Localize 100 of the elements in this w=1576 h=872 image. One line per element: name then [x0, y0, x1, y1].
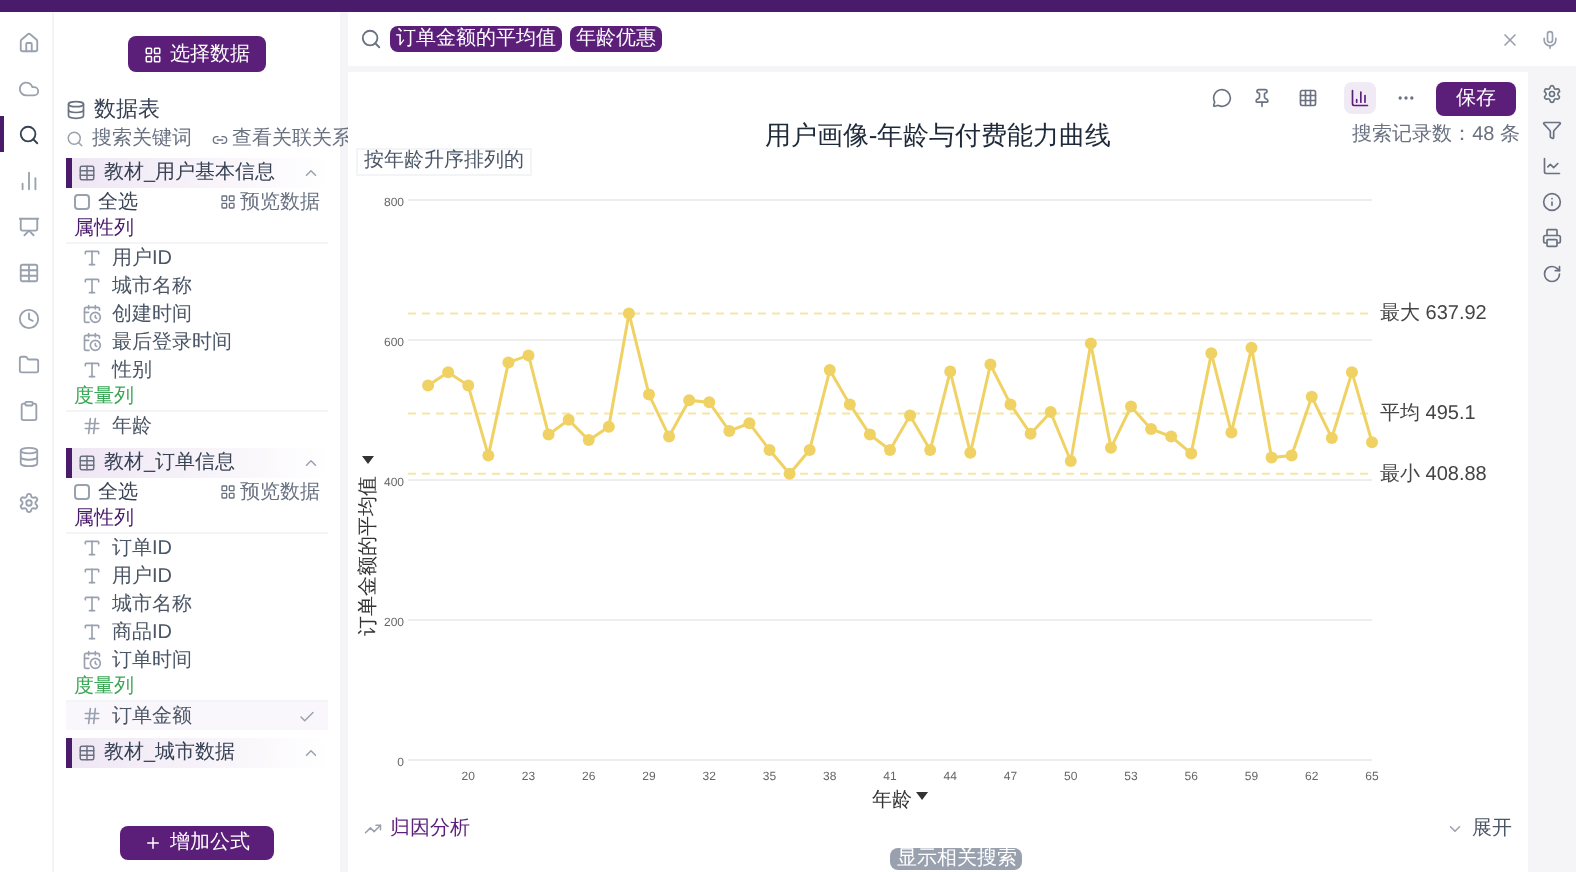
line-chart-icon[interactable]: [1542, 156, 1562, 176]
data-point: [1185, 447, 1198, 460]
refresh-icon[interactable]: [1542, 264, 1562, 284]
column-name: 订单ID: [112, 535, 172, 563]
filter-icon[interactable]: [1542, 120, 1562, 140]
time-type-icon: [82, 304, 102, 324]
text-type-icon: [82, 538, 102, 558]
dropdown-triangle-icon[interactable]: [916, 792, 929, 800]
column-item[interactable]: 订单ID: [66, 534, 328, 562]
search-field[interactable]: 搜索关键词: [66, 124, 212, 154]
data-point: [944, 365, 957, 378]
reference-label: 最小 408.88: [1380, 463, 1487, 486]
reference-label: 最大 637.92: [1380, 303, 1487, 326]
column-item[interactable]: 年龄: [66, 412, 328, 440]
section-label: 度量列: [74, 383, 134, 412]
column-name: 商品ID: [112, 619, 172, 647]
column-item[interactable]: 最后登录时间: [66, 328, 328, 356]
preview-link[interactable]: 预览数据: [220, 477, 320, 507]
checkbox[interactable]: [74, 484, 90, 500]
check-icon: [298, 707, 316, 725]
checkbox[interactable]: [74, 194, 90, 210]
printer-icon[interactable]: [1542, 228, 1562, 248]
data-point: [1345, 366, 1358, 379]
section-label: 属性列: [74, 215, 134, 244]
data-point: [984, 358, 997, 371]
column-item[interactable]: 商品ID: [66, 618, 328, 646]
expand-button[interactable]: 展开: [1446, 813, 1512, 843]
search-tag[interactable]: 订单金额的平均值: [390, 26, 562, 52]
settings-icon[interactable]: [1542, 84, 1562, 104]
column-name: 性别: [112, 357, 152, 385]
data-point: [622, 307, 635, 320]
info-icon[interactable]: [1542, 192, 1562, 212]
close-icon[interactable]: [1500, 29, 1520, 49]
column-name: 用户ID: [112, 563, 172, 591]
select-data-button[interactable]: 选择数据: [128, 36, 266, 72]
column-item[interactable]: 城市名称: [66, 590, 328, 618]
add-formula-button[interactable]: 增加公式: [120, 826, 274, 860]
column-name: 用户ID: [112, 245, 172, 273]
pin-icon[interactable]: [1252, 88, 1272, 108]
preview-link[interactable]: 预览数据: [220, 187, 320, 217]
data-point: [924, 443, 937, 456]
data-point: [522, 349, 535, 362]
section-label: 度量列: [74, 673, 134, 702]
column-name: 创建时间: [112, 301, 192, 329]
column-item[interactable]: 创建时间: [66, 300, 328, 328]
column-name: 年龄: [112, 413, 152, 441]
chevron-up-icon[interactable]: [302, 164, 320, 182]
column-name: 订单金额: [112, 703, 192, 731]
section-label: 属性列: [74, 505, 134, 534]
text-type-icon: [82, 594, 102, 614]
column-item[interactable]: 城市名称: [66, 272, 328, 300]
sort-chip[interactable]: 按年龄升序排列的: [356, 148, 532, 176]
text-type-icon: [82, 276, 102, 296]
data-point: [1165, 430, 1178, 443]
data-point: [542, 428, 555, 441]
panel-heading: 数据表: [94, 95, 160, 126]
data-point: [462, 379, 475, 392]
column-item[interactable]: 用户ID: [66, 562, 328, 590]
plus-icon: [144, 834, 162, 852]
data-point: [1245, 341, 1258, 354]
data-point: [803, 443, 816, 456]
data-point: [643, 388, 655, 401]
data-point: [823, 364, 836, 377]
chart-view-button[interactable]: [1344, 82, 1376, 114]
time-type-icon: [82, 650, 102, 670]
text-type-icon: [82, 566, 102, 586]
data-point: [1004, 398, 1017, 411]
chevron-up-icon[interactable]: [302, 744, 320, 762]
table-name: 教材_用户基本信息: [104, 159, 276, 188]
data-point: [843, 398, 856, 411]
chart-title: 用户画像-年龄与付费能力曲线: [764, 118, 1112, 154]
record-count: 搜索记录数：48 条: [1352, 121, 1520, 151]
search-tag[interactable]: 年龄优惠: [570, 26, 662, 52]
column-name: 城市名称: [112, 591, 192, 619]
link-icon: [212, 131, 228, 147]
dropdown-triangle-icon[interactable]: [362, 456, 374, 464]
text-type-icon: [82, 248, 102, 268]
table-icon: [78, 454, 96, 472]
attribution-button[interactable]: 归因分析: [364, 813, 470, 843]
save-button[interactable]: 保存: [1436, 81, 1516, 115]
data-point: [703, 396, 716, 409]
table-icon: [17, 261, 39, 283]
data-point: [863, 428, 876, 441]
data-point: [582, 434, 595, 447]
select-all-label: 全选: [98, 479, 138, 507]
comment-icon[interactable]: [1212, 88, 1232, 108]
grid-icon: [144, 45, 162, 63]
column-item[interactable]: 订单时间: [66, 646, 328, 674]
microphone-icon[interactable]: [1540, 29, 1560, 49]
bar-chart-icon: [1350, 88, 1370, 108]
data-point: [1104, 441, 1117, 454]
column-item[interactable]: 订单金额: [66, 702, 328, 730]
chevron-up-icon[interactable]: [302, 454, 320, 472]
column-item[interactable]: 用户ID: [66, 244, 328, 272]
data-point: [1084, 337, 1097, 350]
data-point: [723, 425, 736, 437]
grid-icon: [220, 194, 236, 210]
column-item[interactable]: 性别: [66, 356, 328, 384]
search-icon: [17, 123, 39, 145]
data-point: [683, 394, 696, 407]
